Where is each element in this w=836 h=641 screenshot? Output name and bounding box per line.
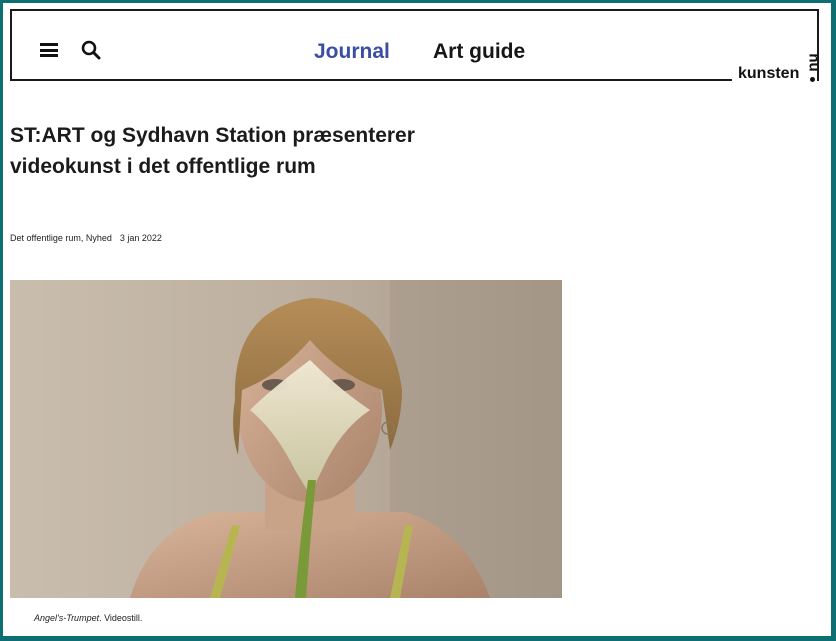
caption-text: . Videostill. [99,613,143,623]
caption-title: Angel's-Trumpet [34,613,100,623]
article-title: ST:ART og Sydhavn Station præsenterer vi… [10,124,415,178]
article-hero-image [10,280,562,598]
nav-art-guide[interactable]: Art guide [433,39,525,65]
page-frame: Journal Art guide kunsten nu ST:ART og S… [3,3,831,636]
logo-text: kunsten [738,65,800,82]
article-meta: Det offentlige rum, Nyhed 3 jan 2022 [10,232,162,244]
logo-suffix: nu [805,53,823,72]
site-header: Journal Art guide [10,9,819,81]
search-icon[interactable] [80,39,102,61]
header-divider [10,79,732,81]
logo-dot [810,77,815,82]
image-caption: Angel's-Trumpet. Videostill. [34,612,142,624]
article-categories[interactable]: Det offentlige rum, Nyhed [10,233,112,243]
article-date: 3 jan 2022 [119,233,162,243]
site-logo[interactable]: kunsten nu [736,45,826,85]
nav-journal[interactable]: Journal [314,39,390,65]
hamburger-menu-icon[interactable] [40,43,58,57]
